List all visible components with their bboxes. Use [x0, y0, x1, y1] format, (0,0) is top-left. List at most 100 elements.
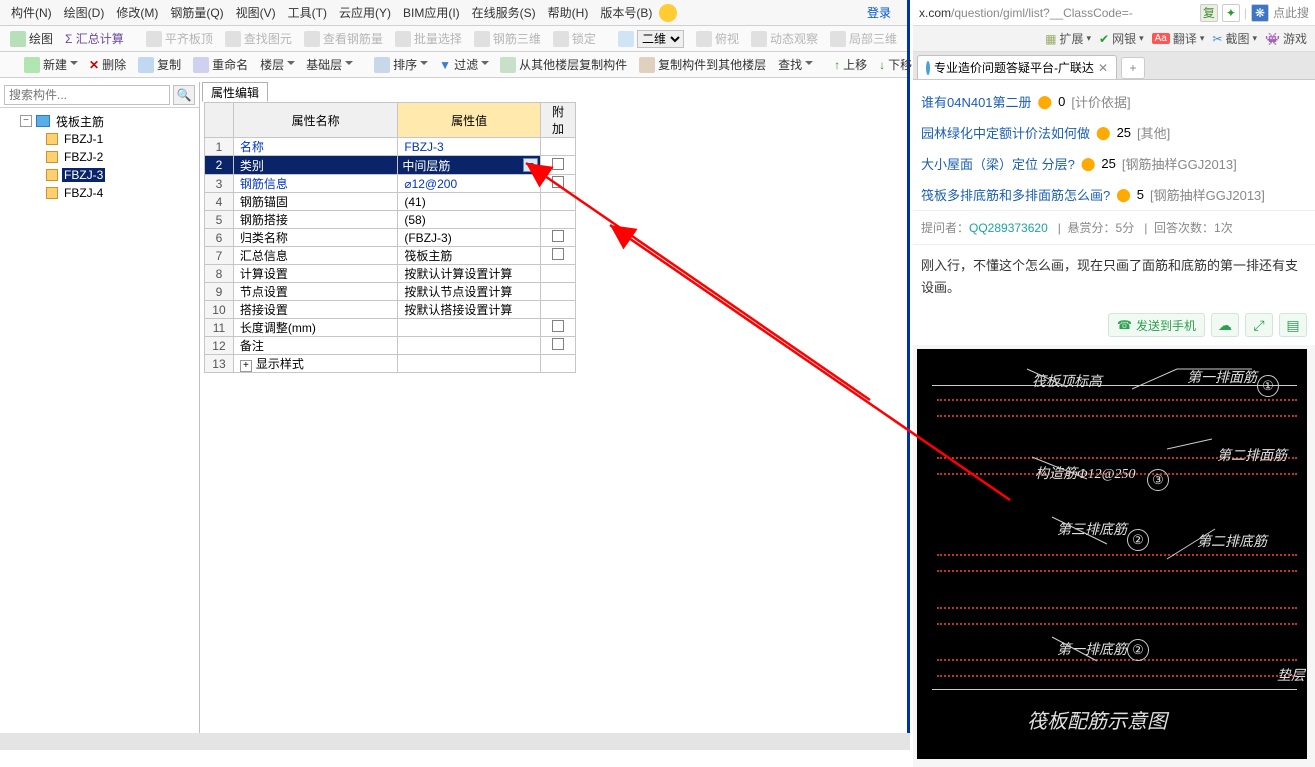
expand-icon[interactable]: + [240, 360, 252, 372]
menu-view[interactable]: 视图(V) [231, 2, 281, 23]
prop-value[interactable] [398, 355, 541, 373]
search-button[interactable]: 🔍 [173, 85, 195, 105]
prop-value[interactable]: 按默认节点设置计算 [398, 283, 541, 301]
bt-game[interactable]: 👾游戏 [1265, 30, 1307, 47]
bt-bank[interactable]: ✔网银▾ [1099, 30, 1144, 47]
bt-trans[interactable]: Aa翻译▾ [1152, 30, 1205, 47]
login-link[interactable]: 登录 [867, 4, 891, 21]
tree-item[interactable]: FBZJ-1 [0, 130, 199, 148]
tb-filter[interactable]: ▼过滤 [435, 54, 492, 75]
menu-rebar[interactable]: 钢筋量(Q) [165, 2, 228, 23]
prop-value[interactable]: 按默认计算设置计算 [398, 265, 541, 283]
prop-add[interactable] [540, 283, 575, 301]
tb-new[interactable]: 新建 [20, 54, 81, 75]
expand-icon[interactable]: ⤢ [1245, 313, 1273, 337]
search-input[interactable] [4, 85, 170, 105]
prop-value[interactable]: 中间层筋 [398, 156, 541, 175]
prop-add[interactable] [540, 211, 575, 229]
qa-link[interactable]: 园林绿化中定额计价法如何做 [921, 123, 1090, 142]
prop-value[interactable] [398, 319, 541, 337]
tb-search[interactable]: 查找 [774, 54, 816, 75]
prop-row[interactable]: 5钢筋搭接(58) [205, 211, 576, 229]
tb-basefloor[interactable]: 基础层 [302, 54, 356, 75]
properties-tab[interactable]: 属性编辑 [202, 82, 268, 102]
new-tab-button[interactable]: + [1121, 57, 1145, 79]
checkbox[interactable] [552, 158, 564, 170]
url-btn-go[interactable]: ✦ [1222, 4, 1240, 22]
smiley-icon[interactable] [659, 4, 677, 22]
prop-row[interactable]: 8计算设置按默认计算设置计算 [205, 265, 576, 283]
prop-value[interactable] [398, 337, 541, 355]
prop-row[interactable]: 11长度调整(mm) [205, 319, 576, 337]
prop-row[interactable]: 3钢筋信息⌀12@200 [205, 175, 576, 193]
url-btn-flag[interactable]: 复 [1200, 4, 1218, 22]
prop-add[interactable] [540, 337, 575, 355]
tb-delete[interactable]: ✕删除 [85, 54, 130, 75]
prop-add[interactable] [540, 355, 575, 373]
prop-add[interactable] [540, 247, 575, 265]
bt-cap[interactable]: ✂截图▾ [1212, 30, 1257, 47]
collapse-icon[interactable]: − [20, 115, 32, 127]
checkbox[interactable] [552, 320, 564, 332]
tree-item[interactable]: FBZJ-4 [0, 184, 199, 202]
checkbox[interactable] [552, 338, 564, 350]
menu-help[interactable]: 帮助(H) [543, 2, 594, 23]
asker-name[interactable]: QQ289373620 [969, 221, 1048, 235]
prop-add[interactable] [540, 175, 575, 193]
qa-link[interactable]: 大小屋面（梁）定位 分层? [921, 154, 1075, 173]
prop-row[interactable]: 2类别中间层筋 [205, 156, 576, 175]
checkbox[interactable] [552, 176, 564, 188]
menu-cloud[interactable]: 云应用(Y) [334, 2, 396, 23]
tb-sort[interactable]: 排序 [370, 54, 431, 75]
tb-copy-to[interactable]: 复制构件到其他楼层 [635, 54, 770, 75]
tb-copy[interactable]: 复制 [134, 54, 185, 75]
tb-move-down[interactable]: ↓下移 [875, 54, 916, 75]
prop-add[interactable] [540, 229, 575, 247]
prop-row[interactable]: 12备注 [205, 337, 576, 355]
checkbox[interactable] [552, 230, 564, 242]
prop-value[interactable]: (FBZJ-3) [398, 229, 541, 247]
send-to-phone[interactable]: ☎发送到手机 [1108, 313, 1205, 337]
bt-ext[interactable]: ▦扩展▾ [1045, 30, 1091, 47]
menu-online[interactable]: 在线服务(S) [467, 2, 541, 23]
prop-row[interactable]: 1名称FBZJ-3 [205, 138, 576, 156]
menu-modify[interactable]: 修改(M) [111, 2, 163, 23]
prop-add[interactable] [540, 193, 575, 211]
cloud-icon[interactable]: ☁ [1211, 313, 1239, 337]
tb-move-up[interactable]: ↑上移 [830, 54, 871, 75]
tb-summary[interactable]: Σ 汇总计算 [61, 28, 128, 49]
url-btn-paw[interactable]: ❋ [1251, 4, 1269, 22]
prop-value[interactable]: (41) [398, 193, 541, 211]
tb-copy-from[interactable]: 从其他楼层复制构件 [496, 54, 631, 75]
menu-draw[interactable]: 绘图(D) [59, 2, 110, 23]
dropdown-arrow-icon[interactable] [523, 158, 538, 172]
qa-link[interactable]: 谁有04N401第二册 [921, 92, 1032, 111]
prop-row[interactable]: 13+显示样式 [205, 355, 576, 373]
prop-add[interactable] [540, 319, 575, 337]
prop-row[interactable]: 7汇总信息筏板主筋 [205, 247, 576, 265]
url-bar[interactable]: x.com/question/giml/list?__ClassCode=- 复… [913, 0, 1315, 26]
menu-bim[interactable]: BIM应用(I) [398, 2, 465, 23]
prop-row[interactable]: 10搭接设置按默认搭接设置计算 [205, 301, 576, 319]
menu-version[interactable]: 版本号(B) [595, 2, 657, 23]
qa-link[interactable]: 筏板多排底筋和多排面筋怎么画? [921, 185, 1110, 204]
prop-add[interactable] [540, 138, 575, 156]
tb-rename[interactable]: 重命名 [189, 54, 252, 75]
prop-add[interactable] [540, 301, 575, 319]
tree-root[interactable]: − 筏板主筋 [0, 112, 199, 130]
prop-value-selected[interactable]: 中间层筋 [398, 156, 540, 174]
menu-component[interactable]: 构件(N) [6, 2, 57, 23]
prop-value[interactable]: 按默认搭接设置计算 [398, 301, 541, 319]
prop-row[interactable]: 9节点设置按默认节点设置计算 [205, 283, 576, 301]
tb-floor[interactable]: 楼层 [256, 54, 298, 75]
tree-item[interactable]: FBZJ-2 [0, 148, 199, 166]
view-mode-select[interactable]: 二维 [637, 30, 684, 48]
prop-value[interactable]: (58) [398, 211, 541, 229]
menu-tools[interactable]: 工具(T) [283, 2, 332, 23]
prop-add[interactable] [540, 156, 575, 175]
prop-add[interactable] [540, 265, 575, 283]
prop-value[interactable]: ⌀12@200 [398, 175, 541, 193]
tb-2d-dropdown[interactable]: 二维 [614, 28, 688, 50]
tb-draw[interactable]: 绘图 [6, 28, 57, 49]
prop-row[interactable]: 6归类名称(FBZJ-3) [205, 229, 576, 247]
